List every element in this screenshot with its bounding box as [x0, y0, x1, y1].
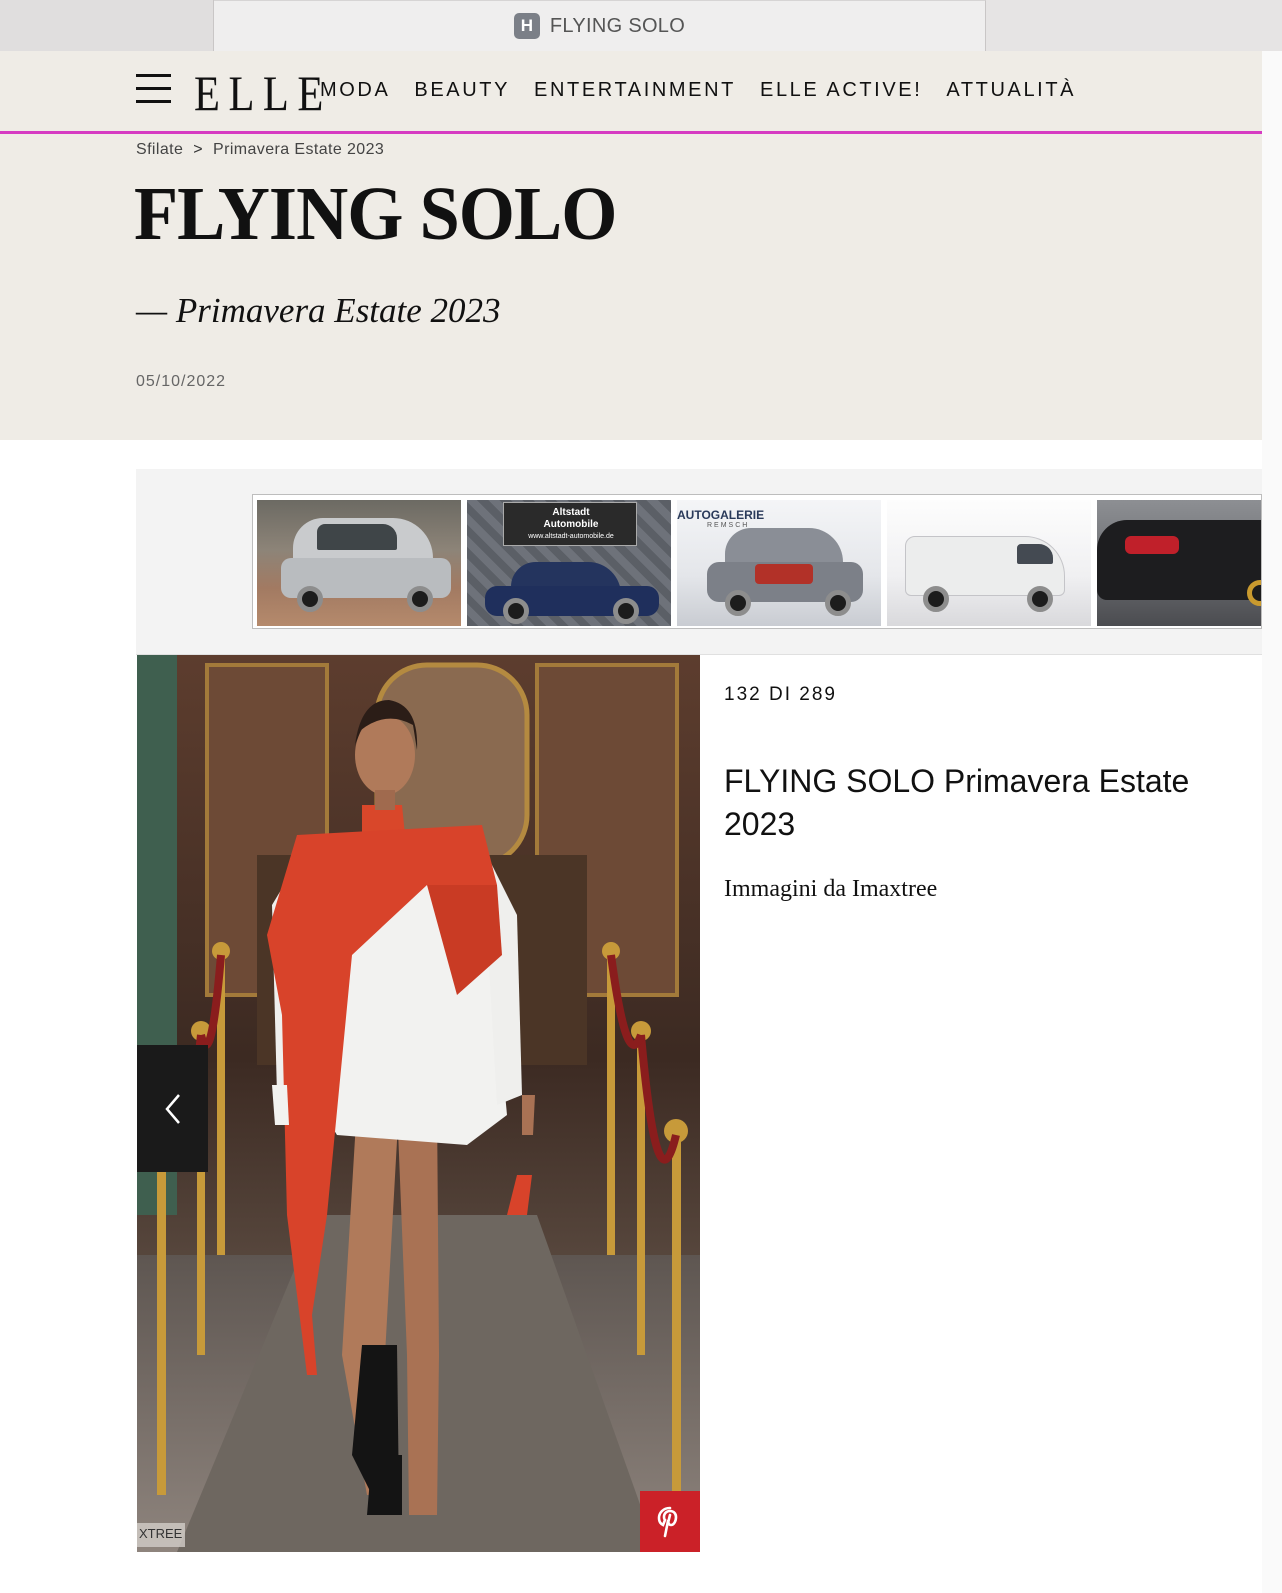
- page-scroll-gutter: [1262, 51, 1282, 1593]
- slide-credit: Immagini da Imaxtree: [724, 876, 938, 902]
- tab-title: FLYING SOLO: [549, 14, 686, 37]
- ad-dealer-name-2: REMSCH: [707, 522, 750, 529]
- ad-banner: Altstadt Automobile www.altstadt-automob…: [136, 469, 1262, 655]
- ad-dealer-url: www.altstadt-automobile.de: [528, 533, 614, 540]
- page-title: FLYING SOLO: [134, 172, 617, 256]
- ad-dealer-name: AUTOGALERIE: [677, 508, 765, 522]
- ad-carousel: Altstadt Automobile www.altstadt-automob…: [252, 494, 1262, 629]
- site-favicon-icon: H: [513, 13, 540, 39]
- elle-logo[interactable]: ELLE: [194, 65, 332, 121]
- ad-item-silver-hatchback[interactable]: [257, 500, 461, 626]
- gallery-photo: [137, 655, 700, 1552]
- nav-link-entertainment[interactable]: ENTERTAINMENT: [534, 79, 736, 102]
- browser-tab-bar: H FLYING SOLO: [0, 0, 1282, 51]
- slide-title: FLYING SOLO Primavera Estate 2023: [724, 763, 1190, 842]
- publish-date: 05/10/2022: [136, 373, 227, 390]
- gallery-counter: 132 DI 289: [724, 684, 837, 705]
- ad-item-black-coupe[interactable]: [1097, 500, 1261, 626]
- nav-links: MODA BEAUTY ENTERTAINMENT ELLE ACTIVE! A…: [320, 79, 1076, 102]
- pinterest-icon: [657, 1506, 678, 1537]
- breadcrumb-separator: >: [193, 141, 204, 158]
- breadcrumb-item-sfilate[interactable]: Sfilate: [136, 141, 183, 159]
- gallery-prev-button[interactable]: [137, 1045, 208, 1172]
- ad-item-white-van[interactable]: [887, 500, 1091, 626]
- page-subtitle: — Primavera Estate 2023: [136, 291, 501, 330]
- browser-tab-active[interactable]: H FLYING SOLO: [214, 0, 986, 51]
- chevron-left-icon: [164, 1093, 180, 1124]
- page-header: ELLE MODA BEAUTY ENTERTAINMENT ELLE ACTI…: [0, 51, 1262, 440]
- top-navigation: ELLE MODA BEAUTY ENTERTAINMENT ELLE ACTI…: [0, 51, 1262, 134]
- nav-link-moda[interactable]: MODA: [320, 79, 390, 102]
- pinterest-share-button[interactable]: [640, 1491, 700, 1552]
- breadcrumb-item-season[interactable]: Primavera Estate 2023: [213, 141, 384, 159]
- ad-item-grey-hatchback[interactable]: AUTOGALERIE REMSCH: [677, 500, 881, 626]
- nav-link-attualita[interactable]: ATTUALITÀ: [946, 79, 1076, 102]
- browser-tab-empty: [986, 0, 1282, 51]
- browser-tab-inactive[interactable]: [0, 0, 214, 51]
- ad-item-blue-sedan[interactable]: Altstadt Automobile www.altstadt-automob…: [467, 500, 671, 626]
- menu-icon[interactable]: [136, 74, 171, 104]
- nav-link-beauty[interactable]: BEAUTY: [414, 79, 510, 102]
- breadcrumb: Sfilate > Primavera Estate 2023: [136, 141, 384, 159]
- nav-link-elle-active[interactable]: ELLE ACTIVE!: [760, 79, 922, 102]
- ad-dealer-name: Altstadt: [552, 507, 590, 518]
- photo-credit-tag: XTREE: [137, 1523, 185, 1547]
- runway-photo-image: [137, 655, 700, 1552]
- ad-dealer-name-2: Automobile: [543, 519, 599, 530]
